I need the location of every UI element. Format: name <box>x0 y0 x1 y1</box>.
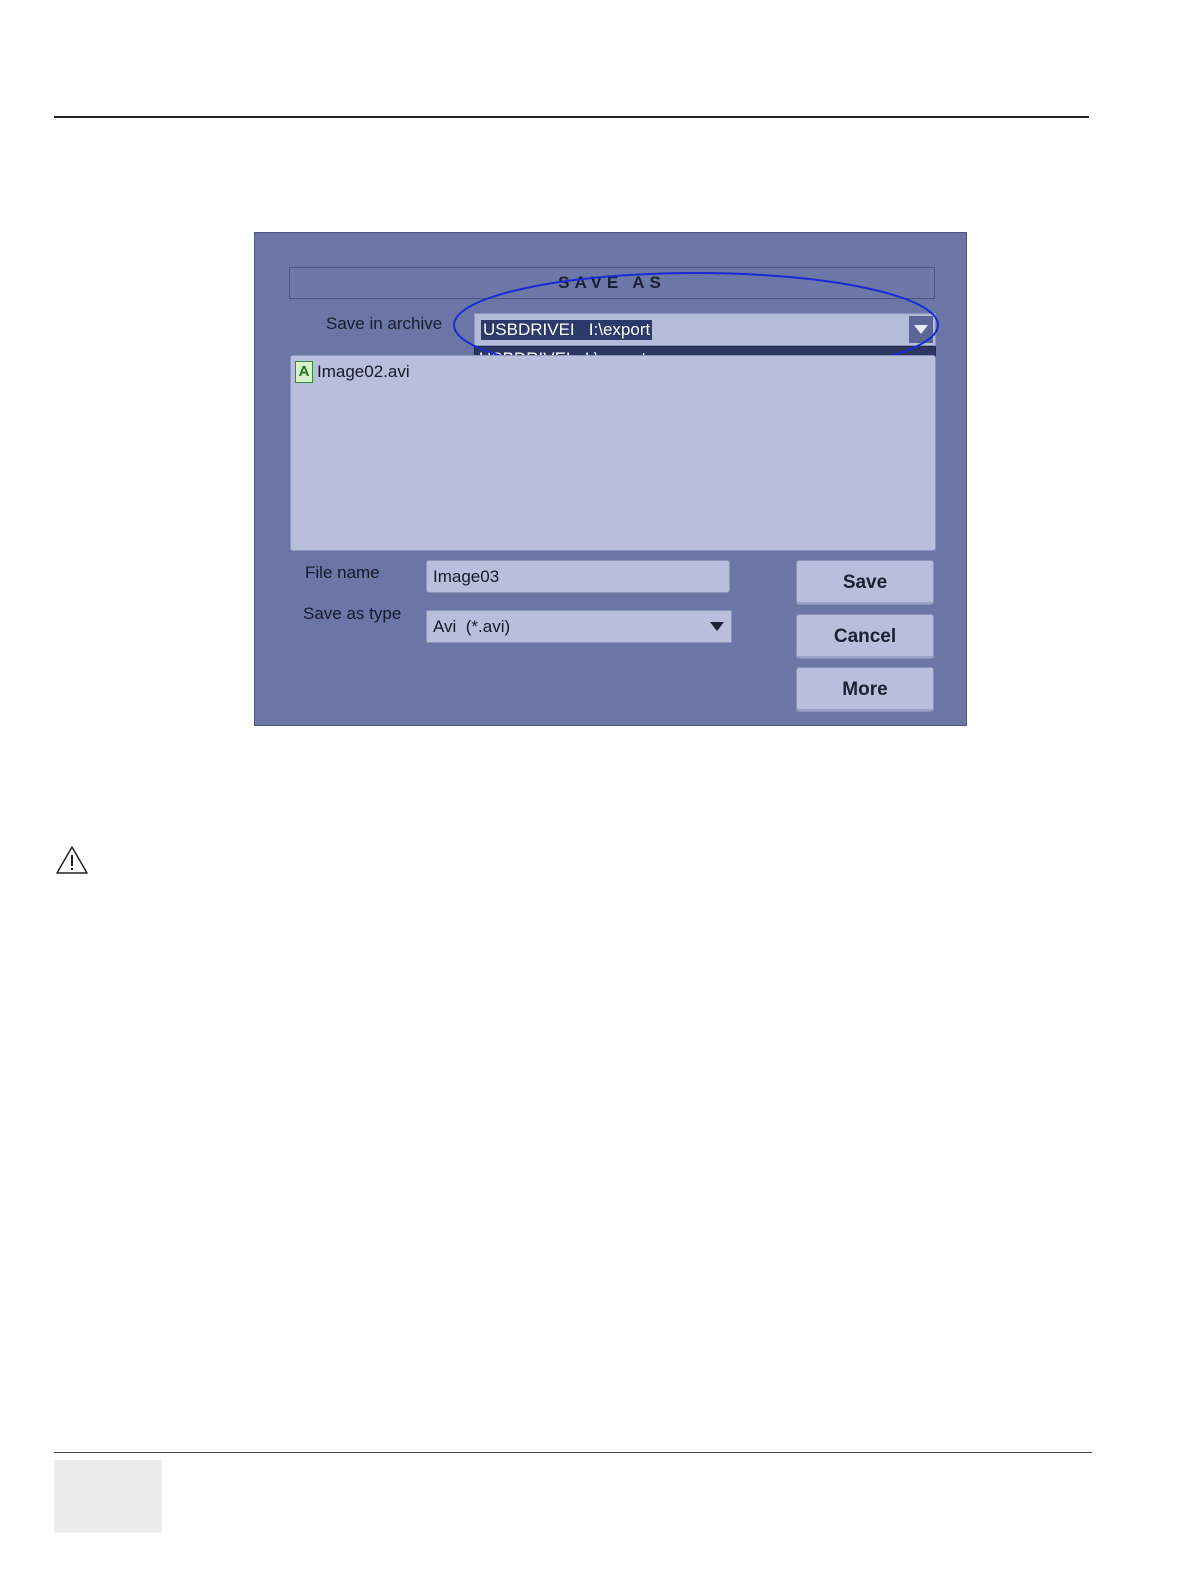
file-name-input[interactable] <box>426 560 730 593</box>
save-as-type-label: Save as type <box>303 604 402 623</box>
warning-icon <box>56 846 88 874</box>
save-as-dialog: SAVE AS Save in archive USBDRIVEI I:\exp… <box>254 232 967 726</box>
archive-selected-value: USBDRIVEI I:\export <box>481 320 653 340</box>
avi-file-icon: A <box>295 361 313 383</box>
header-rule <box>54 116 1089 118</box>
more-button[interactable]: More <box>796 667 934 712</box>
footer-box <box>54 1460 162 1533</box>
save-as-type-value: Avi (*.avi) <box>433 617 511 636</box>
file-list[interactable]: A Image02.avi <box>290 355 936 551</box>
archive-combobox[interactable]: USBDRIVEI I:\export <box>474 313 936 346</box>
file-name-label: File name <box>305 563 380 582</box>
file-name: Image02.avi <box>317 362 410 381</box>
save-button[interactable]: Save <box>796 560 934 605</box>
footer-rule <box>54 1452 1092 1453</box>
cancel-button[interactable]: Cancel <box>796 614 934 659</box>
list-item[interactable]: A Image02.avi <box>295 360 410 384</box>
chevron-down-icon[interactable] <box>705 613 729 640</box>
save-in-archive-label: Save in archive <box>326 314 443 333</box>
dialog-title: SAVE AS <box>289 267 935 299</box>
save-as-type-select[interactable]: Avi (*.avi) <box>426 610 732 643</box>
chevron-down-icon[interactable] <box>909 316 933 343</box>
